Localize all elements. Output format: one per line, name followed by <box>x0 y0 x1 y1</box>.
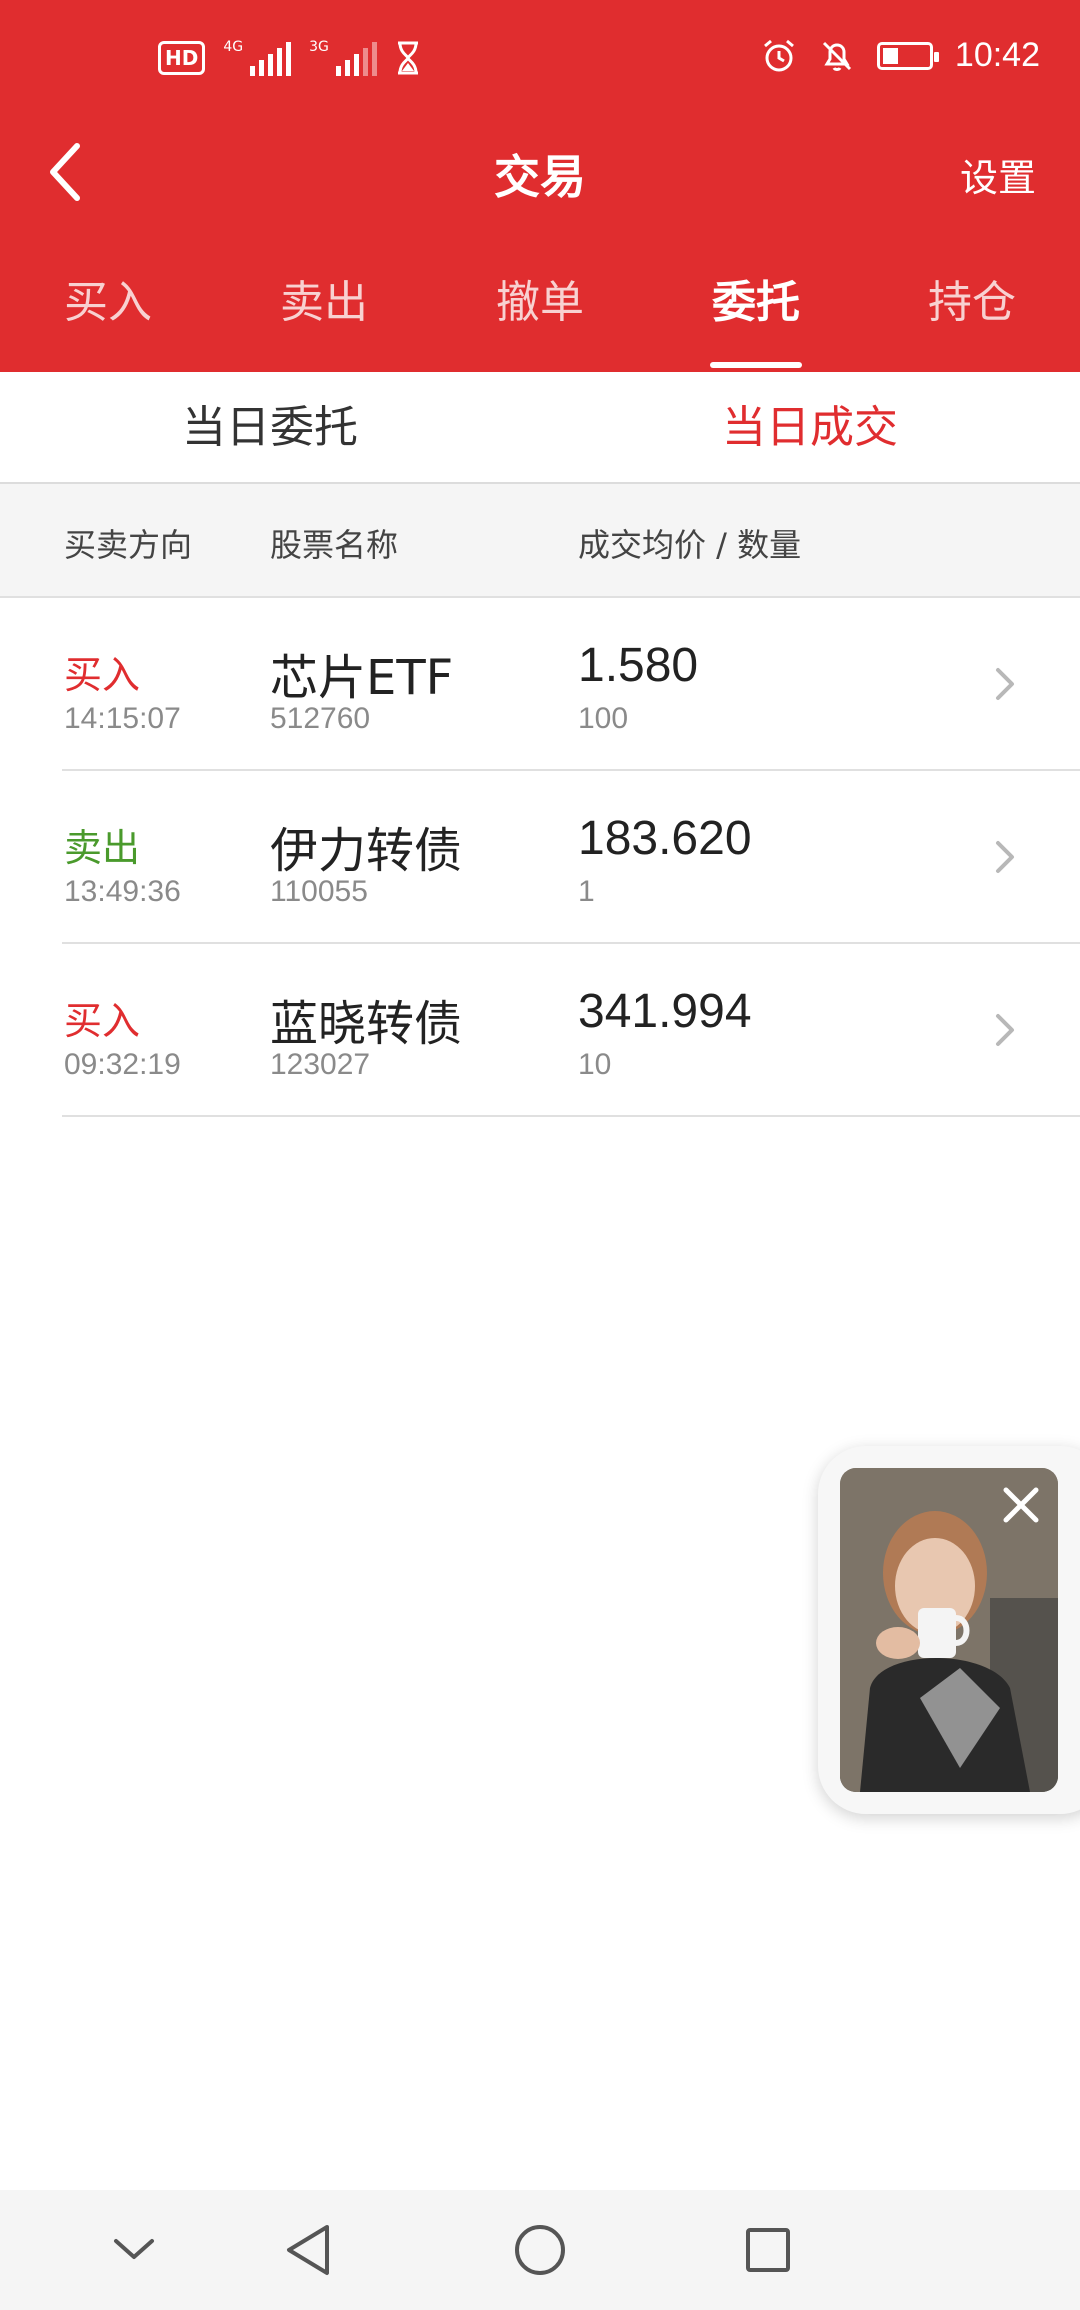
nav-back-button[interactable] <box>278 2220 338 2280</box>
row-price: 183.620 <box>578 812 752 865</box>
signal-sim1-icon: 4G <box>223 39 292 76</box>
trade-list: 买入 14:15:07 芯片ETF 512760 1.580 100 卖出 13… <box>0 598 1080 1117</box>
table-row[interactable]: 卖出 13:49:36 伊力转债 110055 183.620 1 <box>0 771 1080 944</box>
sub-tabs: 当日委托 当日成交 <box>0 372 1080 484</box>
settings-button[interactable]: 设置 <box>960 147 1036 202</box>
sim2-network-label: 3G <box>309 39 329 55</box>
row-quantity: 100 <box>578 702 629 735</box>
column-direction: 买卖方向 <box>64 526 193 564</box>
status-left: HD 4G 3G <box>158 40 421 76</box>
row-time: 14:15:07 <box>64 702 181 735</box>
chevron-right-icon <box>996 1014 1014 1046</box>
row-stock-name: 芯片ETF <box>270 650 454 706</box>
row-stock-code: 512760 <box>270 702 371 735</box>
collapse-nav-button[interactable] <box>104 2220 164 2280</box>
nav-home-button[interactable] <box>510 2220 570 2280</box>
table-row[interactable]: 买入 14:15:07 芯片ETF 512760 1.580 100 <box>0 598 1080 771</box>
row-stock-code: 110055 <box>270 875 368 908</box>
hourglass-icon <box>397 41 418 75</box>
column-name: 股票名称 <box>270 526 399 564</box>
chevron-right-icon <box>996 841 1014 873</box>
battery-icon <box>876 41 939 70</box>
app-header: HD 4G 3G 10:42 交易 设置 买入 卖出 撤单 委托 持仓 <box>0 0 1080 372</box>
close-icon[interactable] <box>996 1480 1046 1530</box>
row-stock-name: 伊力转债 <box>270 823 463 879</box>
status-right: 10:42 <box>761 36 1040 75</box>
trade-page: HD 4G 3G 10:42 交易 设置 买入 卖出 撤单 委托 持仓 当日委托… <box>0 0 1080 2310</box>
tab-cancel[interactable]: 撤单 <box>432 255 648 372</box>
sim1-network-label: 4G <box>223 39 244 55</box>
tab-buy[interactable]: 买入 <box>0 255 216 372</box>
bell-off-icon <box>822 41 851 71</box>
tab-positions[interactable]: 持仓 <box>864 255 1080 372</box>
row-direction: 买入 <box>64 999 141 1043</box>
row-price: 341.994 <box>578 985 752 1038</box>
row-direction: 卖出 <box>64 826 141 870</box>
floating-video-window[interactable] <box>818 1446 1080 1814</box>
table-row[interactable]: 买入 09:32:19 蓝晓转债 123027 341.994 10 <box>0 944 1080 1117</box>
row-direction: 买入 <box>64 653 141 697</box>
subtab-today-trades[interactable]: 当日成交 <box>540 372 1080 482</box>
nav-bar: 交易 设置 <box>0 125 1080 215</box>
row-quantity: 10 <box>578 1048 612 1081</box>
table-header: 买卖方向 股票名称 成交均价 / 数量 <box>0 484 1080 598</box>
signal-sim2-icon: 3G <box>309 40 377 76</box>
tab-sell[interactable]: 卖出 <box>216 255 432 372</box>
back-triangle-icon <box>287 2225 329 2275</box>
system-nav-bar <box>0 2190 1080 2310</box>
row-quantity: 1 <box>578 875 595 908</box>
chevron-down-icon <box>114 2239 154 2259</box>
clock: 10:42 <box>954 36 1040 74</box>
home-circle-icon <box>515 2225 565 2275</box>
hd-icon: HD <box>158 41 206 75</box>
subtab-today-orders[interactable]: 当日委托 <box>0 372 540 482</box>
recents-square-icon <box>746 2228 790 2272</box>
nav-recents-button[interactable] <box>738 2220 798 2280</box>
tab-orders[interactable]: 委托 <box>648 255 864 372</box>
chevron-right-icon <box>996 668 1014 700</box>
main-tabs: 买入 卖出 撤单 委托 持仓 <box>0 255 1080 372</box>
alarm-icon <box>763 39 794 71</box>
video-thumbnail[interactable] <box>840 1468 1058 1792</box>
page-title: 交易 <box>494 150 586 204</box>
row-time: 13:49:36 <box>64 875 181 908</box>
status-bar: HD 4G 3G 10:42 <box>0 0 1080 125</box>
row-time: 09:32:19 <box>64 1048 181 1081</box>
row-stock-name: 蓝晓转债 <box>270 996 463 1052</box>
row-price: 1.580 <box>578 639 699 692</box>
row-stock-code: 123027 <box>270 1048 371 1081</box>
column-price-qty: 成交均价 / 数量 <box>578 526 802 564</box>
